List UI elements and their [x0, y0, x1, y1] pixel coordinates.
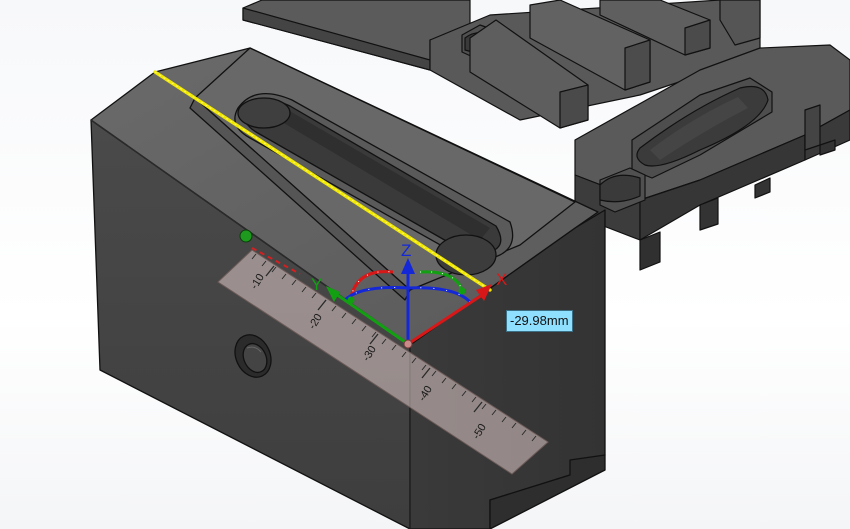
- graphics-viewport[interactable]: -10 -20 -30 -40 -50 Z Y X -29.98mm: [0, 0, 850, 529]
- triad-origin[interactable]: [403, 339, 413, 349]
- x-axis-label: X: [496, 270, 507, 289]
- reference-point[interactable]: [239, 229, 253, 243]
- cad-scene[interactable]: -10 -20 -30 -40 -50 Z Y X: [0, 0, 850, 529]
- y-axis-label: Y: [311, 275, 322, 294]
- z-axis-label: Z: [401, 241, 411, 260]
- dimension-value-box[interactable]: -29.98mm: [506, 310, 573, 332]
